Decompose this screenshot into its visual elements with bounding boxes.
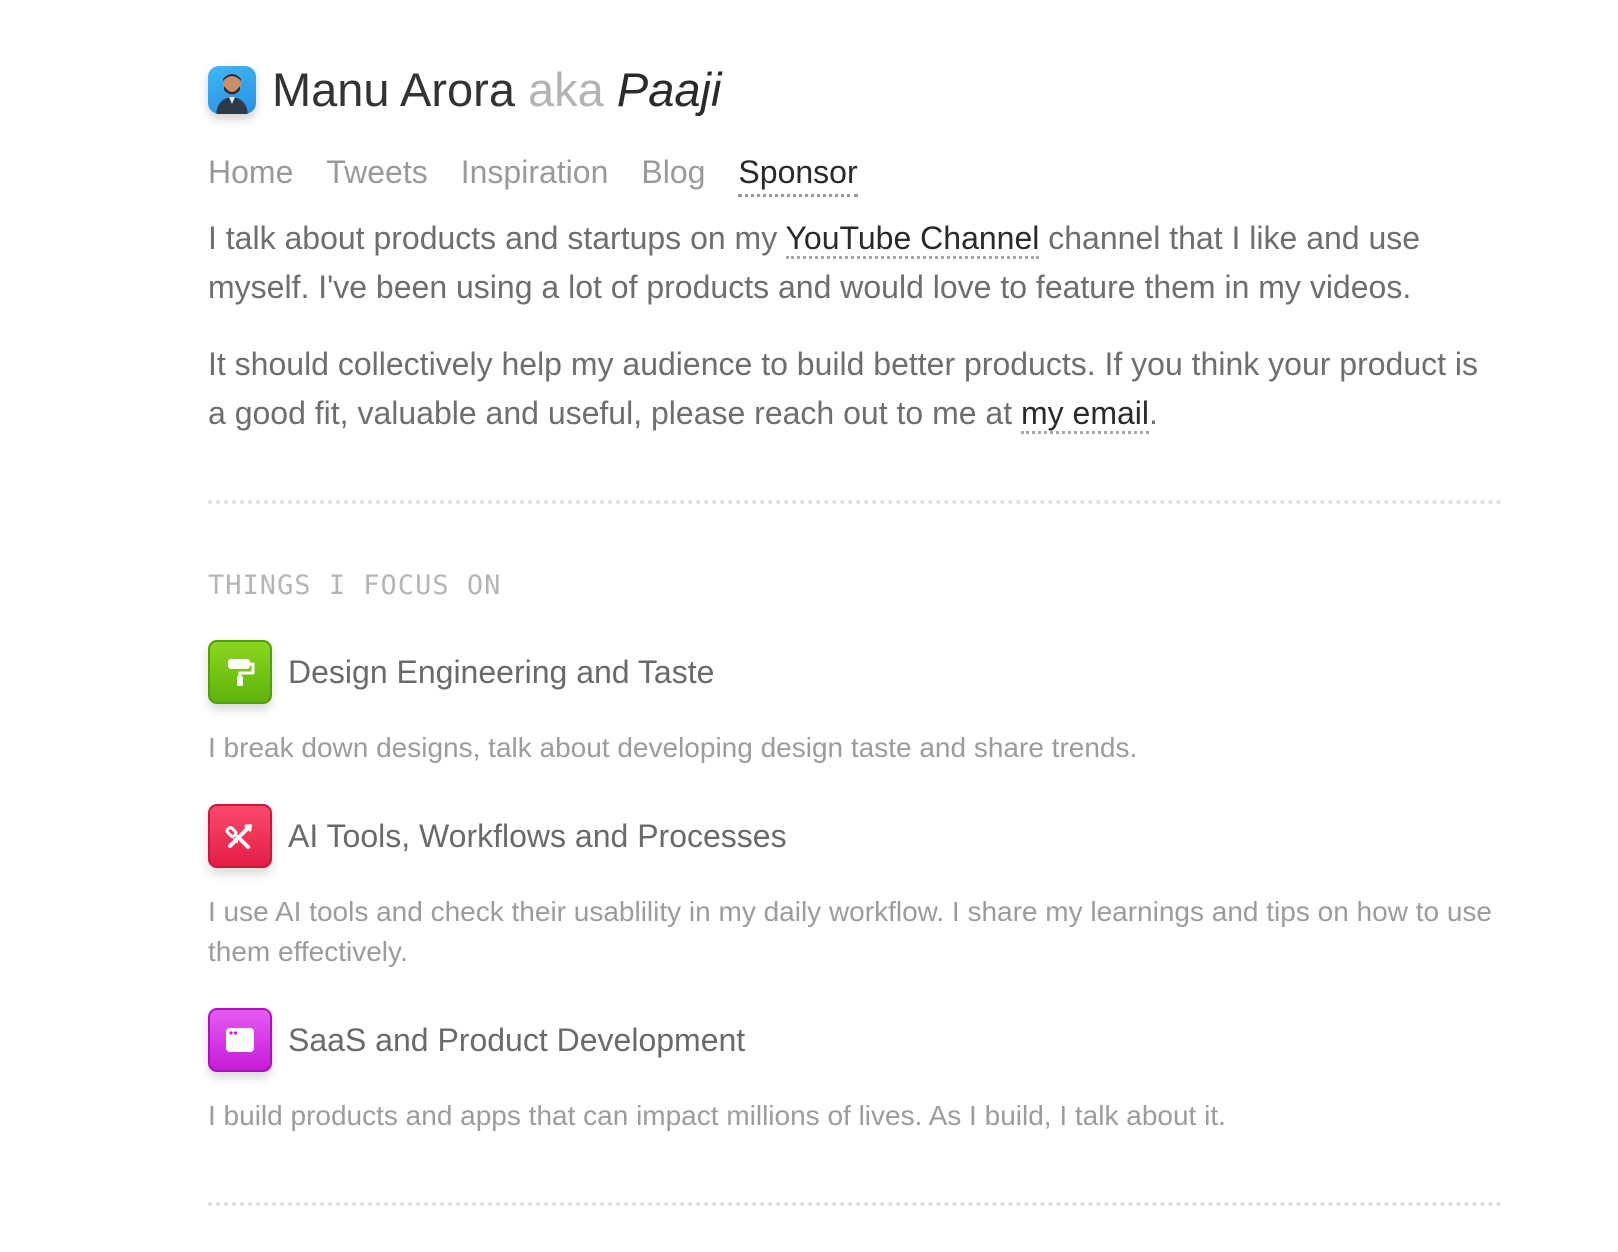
- intro-p1-text-before: I talk about products and startups on my: [208, 220, 786, 256]
- focus-item-head: SaaS and Product Development: [208, 1008, 1502, 1072]
- focus-item-saas: SaaS and Product Development I build pro…: [208, 1008, 1502, 1136]
- avatar-icon: [216, 74, 248, 114]
- focus-item-title: SaaS and Product Development: [288, 1022, 746, 1058]
- site-title[interactable]: Manu Arora aka Paaji: [272, 62, 721, 118]
- focus-item-design: Design Engineering and Taste I break dow…: [208, 640, 1502, 768]
- browser-window-icon: [208, 1008, 272, 1072]
- divider: [208, 500, 1502, 504]
- nav-inspiration[interactable]: Inspiration: [461, 152, 609, 192]
- paint-roller-icon: [208, 640, 272, 704]
- nav-home[interactable]: Home: [208, 152, 293, 192]
- focus-item-head: Design Engineering and Taste: [208, 640, 1502, 704]
- focus-item-title: Design Engineering and Taste: [288, 654, 715, 690]
- focus-item-title: AI Tools, Workflows and Processes: [288, 818, 787, 854]
- intro-paragraph-1: I talk about products and startups on my…: [208, 214, 1502, 312]
- nav-sponsor[interactable]: Sponsor: [738, 152, 858, 197]
- focus-item-ai-tools: AI Tools, Workflows and Processes I use …: [208, 804, 1502, 972]
- focus-section-heading: THINGS I FOCUS ON: [208, 570, 502, 601]
- youtube-channel-link[interactable]: YouTube Channel: [785, 220, 1040, 259]
- focus-item-description: I break down designs, talk about develop…: [208, 732, 1138, 763]
- nav-tweets[interactable]: Tweets: [326, 152, 427, 192]
- site-title-name: Manu Arora: [272, 63, 515, 116]
- avatar-link[interactable]: [208, 66, 256, 114]
- nav-blog[interactable]: Blog: [641, 152, 705, 192]
- tools-icon: [208, 804, 272, 868]
- intro: I talk about products and startups on my…: [208, 214, 1502, 438]
- site-header: Manu Arora aka Paaji: [208, 62, 1502, 118]
- focus-item-description: I build products and apps that can impac…: [208, 1100, 1226, 1131]
- main-nav: Home Tweets Inspiration Blog Sponsor: [208, 152, 1502, 197]
- site-title-aka: aka: [528, 63, 604, 116]
- intro-p2-text-before: It should collectively help my audience …: [208, 346, 1479, 431]
- divider: [208, 1202, 1502, 1206]
- page: Manu Arora aka Paaji Home Tweets Inspira…: [0, 0, 1618, 1252]
- focus-item-head: AI Tools, Workflows and Processes: [208, 804, 1502, 868]
- focus-item-description: I use AI tools and check their usablilit…: [208, 896, 1492, 967]
- email-link[interactable]: my email: [1020, 395, 1149, 434]
- intro-paragraph-2: It should collectively help my audience …: [208, 340, 1502, 438]
- main-container: Manu Arora aka Paaji Home Tweets Inspira…: [208, 62, 1502, 1206]
- intro-p2-text-after: .: [1149, 395, 1158, 431]
- site-title-nickname: Paaji: [616, 63, 722, 116]
